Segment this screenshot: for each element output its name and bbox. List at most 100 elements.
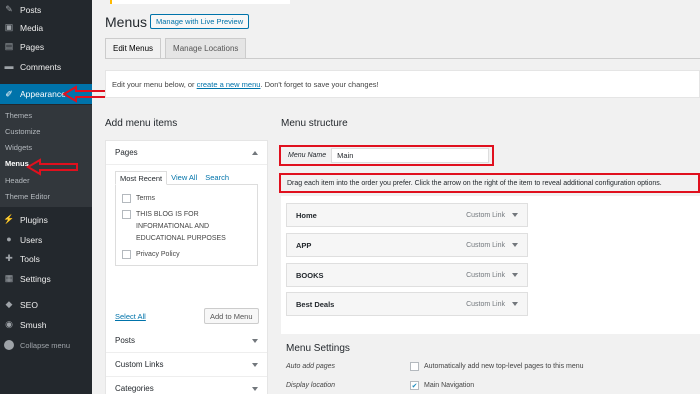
sidebar-item-posts[interactable]: ✎ Posts	[0, 0, 92, 19]
brush-icon: ✐	[5, 88, 13, 99]
sidebar-item-media[interactable]: ▣ Media	[0, 18, 92, 37]
chevron-down-icon[interactable]	[512, 213, 518, 217]
annotation-arrow-menus-icon	[26, 158, 78, 176]
sidebar-item-label: Appearance	[20, 89, 66, 99]
submenu-header[interactable]: Header	[5, 176, 30, 185]
chevron-down-icon[interactable]	[512, 273, 518, 277]
menu-item-title: Best Deals	[296, 299, 335, 309]
menu-item-type: Custom Link	[466, 211, 505, 219]
pages-icon: ▤	[4, 41, 14, 51]
page-checkbox[interactable]	[122, 250, 131, 259]
menu-structure-heading: Menu structure	[281, 118, 348, 129]
add-menu-items-heading: Add menu items	[105, 118, 178, 129]
page-title: Menus	[105, 14, 148, 30]
submenu-themes[interactable]: Themes	[5, 111, 32, 120]
tabs: Edit Menus Manage Locations	[105, 38, 250, 58]
sidebar-item-label: Posts	[20, 4, 42, 15]
sidebar-item-plugins[interactable]: ⚡ Plugins	[0, 210, 92, 229]
live-preview-button[interactable]: Manage with Live Preview	[150, 14, 250, 29]
sidebar-item-smush[interactable]: ◉ Smush	[0, 315, 92, 334]
users-icon: ●	[6, 234, 12, 244]
page-label: Terms	[136, 195, 156, 202]
tab-manage-locations[interactable]: Manage Locations	[165, 38, 247, 58]
collapse-menu-button[interactable]: Collapse menu	[0, 338, 92, 352]
accordion-categories[interactable]: Categories	[106, 377, 267, 394]
accordion-title: Categories	[115, 384, 154, 393]
menu-item-title: BOOKS	[296, 270, 324, 280]
menu-settings-heading: Menu Settings	[286, 343, 350, 354]
auto-add-checkbox[interactable]	[410, 362, 419, 371]
menu-item-type: Custom Link	[466, 300, 505, 308]
sidebar-item-label: Settings	[20, 273, 51, 284]
add-menu-items-panel: Pages Most Recent View All Search Terms …	[105, 140, 268, 394]
plugin-icon: ⚡	[3, 214, 15, 224]
main-content: Menus Manage with Live Preview Edit Menu…	[92, 0, 700, 394]
auto-add-label: Auto add pages	[286, 363, 336, 370]
seo-icon: ◆	[5, 299, 13, 309]
list-item: THIS BLOG IS FOR INFORMATIONAL AND EDUCA…	[122, 209, 251, 245]
auto-add-text: Automatically add new top-level pages to…	[424, 363, 584, 370]
chevron-down-icon	[252, 362, 258, 367]
sidebar-item-seo[interactable]: ◆ SEO	[0, 295, 92, 314]
create-new-menu-link[interactable]: create a new menu	[197, 80, 261, 89]
edit-notice: Edit your menu below, or create a new me…	[105, 70, 700, 98]
sidebar-item-label: Pages	[20, 41, 45, 52]
subtab-search[interactable]: Search	[201, 171, 233, 185]
sidebar-item-tools[interactable]: ✚ Tools	[0, 249, 92, 268]
display-location-row: Display location ✔ Main Navigation	[286, 381, 474, 390]
main-navigation-checkbox[interactable]: ✔	[410, 381, 419, 390]
submenu-widgets[interactable]: Widgets	[5, 143, 32, 152]
chevron-down-icon[interactable]	[512, 243, 518, 247]
menu-name-input[interactable]	[331, 148, 490, 163]
page-checkbox[interactable]	[122, 210, 131, 219]
chevron-up-icon	[252, 150, 258, 155]
chevron-down-icon[interactable]	[512, 302, 518, 306]
menu-item-best-deals[interactable]: Best Deals Custom Link	[286, 292, 528, 316]
appearance-submenu: Themes Customize Widgets Menus Header Th…	[0, 105, 92, 207]
tab-divider	[105, 58, 700, 59]
wrench-icon: ✚	[5, 253, 13, 263]
page-label: Privacy Policy	[136, 251, 180, 258]
media-icon: ▣	[4, 22, 14, 32]
menu-item-books[interactable]: BOOKS Custom Link	[286, 263, 528, 287]
display-location-label: Display location	[286, 382, 336, 389]
comments-icon: ▬	[4, 61, 14, 71]
admin-sidebar: ✎ Posts ▣ Media ▤ Pages ▬ Comments ✐ App…	[0, 0, 92, 394]
settings-icon: ▦	[4, 273, 14, 283]
menu-item-title: APP	[296, 240, 312, 250]
collapse-label: Collapse menu	[20, 340, 71, 350]
add-to-menu-button[interactable]: Add to Menu	[204, 308, 259, 324]
sidebar-item-label: Smush	[20, 319, 47, 330]
accordion-custom-links[interactable]: Custom Links	[106, 353, 267, 377]
subtab-most-recent[interactable]: Most Recent	[115, 171, 168, 185]
submenu-customize[interactable]: Customize	[5, 127, 40, 136]
tab-edit-menus[interactable]: Edit Menus	[105, 38, 162, 58]
subtab-view-all[interactable]: View All	[167, 171, 201, 185]
sidebar-item-users[interactable]: ● Users	[0, 230, 92, 249]
menu-item-home[interactable]: Home Custom Link	[286, 203, 528, 227]
accordion-posts[interactable]: Posts	[106, 329, 267, 353]
page-checkbox[interactable]	[122, 194, 131, 203]
menu-name-row: Menu Name	[279, 145, 494, 166]
pages-subtabs: Most Recent View All Search	[115, 171, 258, 185]
accordion-title: Posts	[115, 336, 136, 345]
sidebar-item-comments[interactable]: ▬ Comments	[0, 57, 92, 76]
notice-text-after: . Don't forget to save your changes!	[260, 80, 379, 89]
checkmark-icon: ✔	[411, 382, 418, 390]
accordion-title: Pages	[115, 148, 138, 157]
pages-accordion-body: Most Recent View All Search Terms THIS B…	[106, 165, 267, 329]
smush-icon: ◉	[5, 319, 13, 329]
accordion-pages[interactable]: Pages	[106, 141, 267, 165]
main-navigation-text: Main Navigation	[424, 382, 475, 389]
sidebar-item-pages[interactable]: ▤ Pages	[0, 37, 92, 56]
menu-item-app[interactable]: APP Custom Link	[286, 233, 528, 257]
collapse-icon	[4, 340, 14, 350]
chevron-down-icon	[252, 386, 258, 391]
sidebar-item-settings[interactable]: ▦ Settings	[0, 269, 92, 288]
auto-add-pages-row: Auto add pages Automatically add new top…	[286, 362, 584, 371]
select-all-link[interactable]: Select All	[115, 312, 146, 321]
menu-item-type: Custom Link	[466, 271, 505, 279]
sidebar-item-label: Tools	[20, 253, 40, 264]
chevron-down-icon	[252, 338, 258, 343]
submenu-theme-editor[interactable]: Theme Editor	[5, 192, 50, 201]
